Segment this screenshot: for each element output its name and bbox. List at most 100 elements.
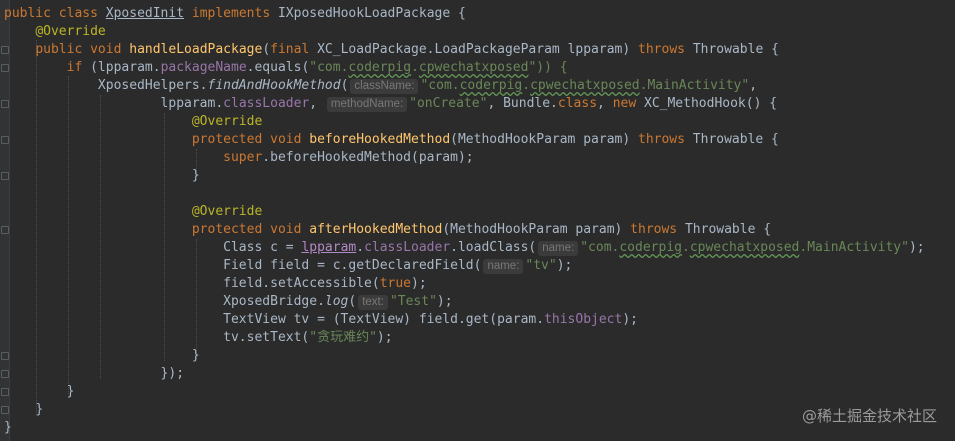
code-text: (lpparam. xyxy=(82,60,161,75)
code-line[interactable]: @Override xyxy=(4,113,262,131)
string-literal: coderpig xyxy=(619,240,682,255)
keyword: protected xyxy=(191,132,263,147)
code-text: Field field = c.getDeclaredField( xyxy=(223,258,482,273)
code-text: Throwable { xyxy=(685,42,779,57)
string-literal: "Test" xyxy=(389,294,437,309)
string-literal: "com. xyxy=(580,240,620,255)
code-line[interactable]: lpparam.classLoader, methodName: "onCreat… xyxy=(4,95,777,113)
code-text: XC_MethodHook() { xyxy=(636,96,778,111)
code-text: ); xyxy=(622,312,638,327)
code-text: ( xyxy=(340,78,349,93)
keyword: public xyxy=(4,6,51,21)
code-text: ); xyxy=(436,294,453,309)
parameter-hint: text: xyxy=(358,295,388,310)
string-literal: cpwechatxposed xyxy=(418,60,529,75)
keyword: void xyxy=(270,222,302,237)
code-line[interactable]: if (lpparam.packageName.equals("com.code… xyxy=(4,59,568,77)
code-line[interactable]: super.beforeHookedMethod(param); xyxy=(4,149,473,167)
code-text: Throwable { xyxy=(677,222,772,237)
code-line[interactable]: protected void afterHookedMethod(MethodH… xyxy=(4,221,771,239)
keyword: super xyxy=(223,150,263,165)
keyword: void xyxy=(270,132,302,147)
field-name: classLoader xyxy=(364,240,451,255)
string-literal: cpwechatxposed xyxy=(689,240,800,255)
code-text: }); xyxy=(160,366,185,381)
annotation: @Override xyxy=(35,24,106,39)
code-line[interactable]: public void handleLoadPackage(final XC_L… xyxy=(4,41,779,59)
string-literal: coderpig xyxy=(348,60,412,75)
string-literal: .MainActivity" xyxy=(799,240,909,255)
code-text: XC_LoadPackage.LoadPackageParam xyxy=(317,42,560,57)
code-text: ( xyxy=(262,42,271,57)
code-text: .equals( xyxy=(246,60,310,75)
string-literal: "com. xyxy=(309,60,349,75)
keyword: class xyxy=(58,6,98,21)
code-line[interactable]: XposedHelpers.findAndHookMethod(classNam… xyxy=(4,77,757,95)
keyword: new xyxy=(612,96,637,111)
code-text: . xyxy=(356,240,365,255)
code-line[interactable]: }); xyxy=(4,365,184,383)
parameter-ref: lpparam xyxy=(301,240,357,255)
code-text: ( xyxy=(348,294,357,309)
string-literal: "onCreate" xyxy=(409,96,488,111)
code-line[interactable]: Class c = lpparam.classLoader.loadClass(… xyxy=(4,239,925,257)
code-text: } xyxy=(35,402,44,417)
code-line[interactable]: TextView tv = (TextView) field.get(param… xyxy=(4,311,638,329)
code-text: XposedHelpers. xyxy=(97,78,208,93)
code-editor[interactable]: public class XposedInit implements IXpos… xyxy=(0,0,955,441)
code-text: lpparam. xyxy=(160,96,224,111)
code-line[interactable]: } xyxy=(4,167,200,185)
code-text: } xyxy=(4,420,12,435)
code-line[interactable]: Field field = c.getDeclaredField(name: "t… xyxy=(4,257,572,275)
code-line[interactable]: XposedBridge.log(text: "Test"); xyxy=(4,293,453,311)
keyword: throws xyxy=(638,42,685,57)
keyword: final xyxy=(270,42,310,57)
class-name: XposedInit xyxy=(105,6,185,21)
code-line[interactable]: protected void beforeHookedMethod(Method… xyxy=(4,131,779,149)
code-line[interactable]: } xyxy=(4,383,75,401)
string-literal: . xyxy=(411,60,419,75)
code-line[interactable]: } xyxy=(4,347,200,365)
parameter-hint: name: xyxy=(483,259,524,274)
code-text: } xyxy=(191,168,200,183)
watermark: @稀土掘金技术社区 xyxy=(801,407,937,425)
keyword: protected xyxy=(191,222,263,237)
code-text: , xyxy=(749,78,758,93)
code-text: Class c = xyxy=(223,240,302,255)
code-text: ); xyxy=(556,258,573,273)
code-text: .loadClass( xyxy=(450,240,537,255)
method-name: handleLoadPackage xyxy=(129,42,263,57)
string-literal: ")) { xyxy=(528,60,568,75)
keyword: true xyxy=(379,276,412,291)
method-call: log xyxy=(324,294,349,309)
code-line[interactable]: @Override xyxy=(4,203,262,221)
keyword: throws xyxy=(630,222,678,237)
string-literal: . xyxy=(522,78,531,93)
keyword: class xyxy=(557,96,598,111)
keyword: implements xyxy=(191,6,271,21)
method-name: beforeHookedMethod xyxy=(309,132,451,147)
annotation: @Override xyxy=(191,114,263,129)
code-text: } xyxy=(191,348,200,363)
string-literal: . xyxy=(681,240,690,255)
code-text: } xyxy=(66,384,75,399)
code-text: (MethodHookParam param) xyxy=(450,132,638,147)
code-text: (MethodHookParam param) xyxy=(442,222,631,237)
code-text: Throwable { xyxy=(684,132,779,147)
keyword: throws xyxy=(638,132,685,147)
code-line[interactable]: public class XposedInit implements IXpos… xyxy=(4,5,466,23)
code-line[interactable]: tv.setText("贪玩难约"); xyxy=(4,329,393,347)
field-name: thisObject xyxy=(544,312,623,327)
string-literal: coderpig xyxy=(459,78,523,93)
field-name: packageName xyxy=(160,60,247,75)
code-text: , xyxy=(597,96,613,111)
keyword: void xyxy=(90,42,122,57)
code-line[interactable]: field.setAccessible(true); xyxy=(4,275,427,293)
string-literal: .MainActivity" xyxy=(639,78,750,93)
code-line[interactable]: @Override xyxy=(4,23,106,41)
code-line[interactable]: } xyxy=(4,419,12,437)
parameter-hint: methodName: xyxy=(326,97,408,112)
code-text: ); xyxy=(376,330,393,345)
code-text: ); xyxy=(908,240,925,255)
code-line[interactable]: } xyxy=(4,401,43,419)
